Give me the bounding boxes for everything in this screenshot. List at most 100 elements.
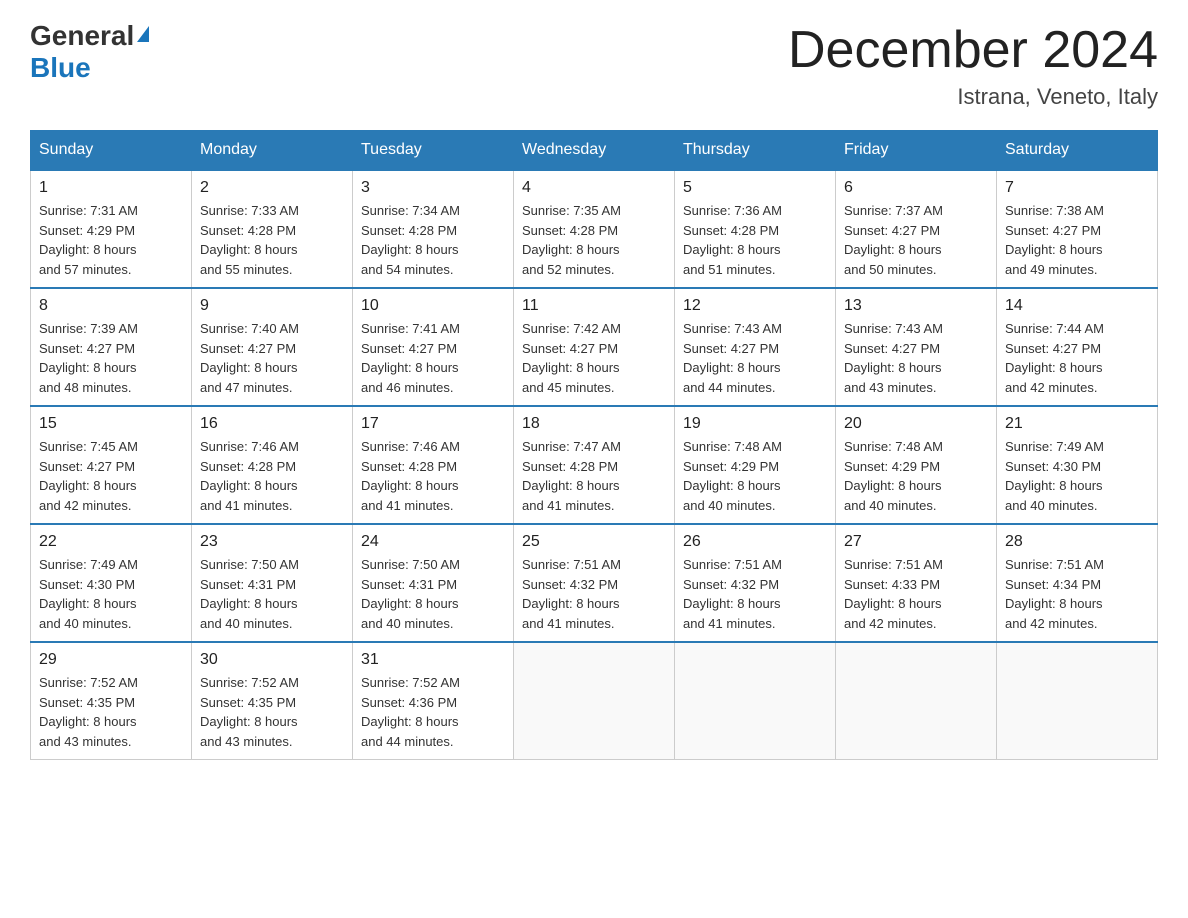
- calendar-cell: 4 Sunrise: 7:35 AMSunset: 4:28 PMDaylight…: [514, 170, 675, 288]
- logo-triangle-icon: [137, 26, 149, 42]
- calendar-cell: 30Sunrise: 7:52 AMSunset: 4:35 PMDayligh…: [192, 642, 353, 760]
- day-info: Sunrise: 7:37 AMSunset: 4:27 PMDaylight:…: [844, 201, 988, 279]
- day-info: Sunrise: 7:36 AMSunset: 4:28 PMDaylight:…: [683, 201, 827, 279]
- col-header-wednesday: Wednesday: [514, 131, 675, 171]
- calendar-table: SundayMondayTuesdayWednesdayThursdayFrid…: [30, 130, 1158, 760]
- calendar-cell: 29 Sunrise: 7:52 AMSunset: 4:35 PMDayligh…: [31, 642, 192, 760]
- calendar-cell: 27 Sunrise: 7:51 AMSunset: 4:33 PMDayligh…: [836, 524, 997, 642]
- day-info: Sunrise: 7:52 AMSunset: 4:35 PMDaylight:…: [200, 673, 344, 751]
- day-number: 11: [522, 297, 666, 315]
- day-info: Sunrise: 7:50 AMSunset: 4:31 PMDaylight:…: [200, 555, 344, 633]
- day-number: 16: [200, 415, 344, 433]
- calendar-cell: 21Sunrise: 7:49 AMSunset: 4:30 PMDayligh…: [997, 406, 1158, 524]
- day-info: Sunrise: 7:44 AMSunset: 4:27 PMDaylight:…: [1005, 319, 1149, 397]
- col-header-tuesday: Tuesday: [353, 131, 514, 171]
- calendar-week-row: 15 Sunrise: 7:45 AMSunset: 4:27 PMDayligh…: [31, 406, 1158, 524]
- day-number: 7: [1005, 179, 1149, 197]
- day-number: 2: [200, 179, 344, 197]
- calendar-cell: 16 Sunrise: 7:46 AMSunset: 4:28 PMDayligh…: [192, 406, 353, 524]
- calendar-week-row: 29 Sunrise: 7:52 AMSunset: 4:35 PMDayligh…: [31, 642, 1158, 760]
- day-number: 8: [39, 297, 183, 315]
- day-number: 17: [361, 415, 505, 433]
- day-info: Sunrise: 7:52 AMSunset: 4:36 PMDaylight:…: [361, 673, 505, 751]
- day-info: Sunrise: 7:45 AMSunset: 4:27 PMDaylight:…: [39, 437, 183, 515]
- title-block: December 2024 Istrana, Veneto, Italy: [788, 20, 1158, 110]
- day-number: 29: [39, 651, 183, 669]
- day-number: 19: [683, 415, 827, 433]
- calendar-header-row: SundayMondayTuesdayWednesdayThursdayFrid…: [31, 131, 1158, 171]
- day-info: Sunrise: 7:34 AMSunset: 4:28 PMDaylight:…: [361, 201, 505, 279]
- calendar-week-row: 8Sunrise: 7:39 AMSunset: 4:27 PMDaylight…: [31, 288, 1158, 406]
- day-info: Sunrise: 7:47 AMSunset: 4:28 PMDaylight:…: [522, 437, 666, 515]
- logo-general-text: General: [30, 20, 134, 52]
- calendar-cell: 15 Sunrise: 7:45 AMSunset: 4:27 PMDayligh…: [31, 406, 192, 524]
- calendar-cell: 1 Sunrise: 7:31 AMSunset: 4:29 PMDaylight…: [31, 170, 192, 288]
- calendar-cell: [675, 642, 836, 760]
- calendar-cell: 26Sunrise: 7:51 AMSunset: 4:32 PMDayligh…: [675, 524, 836, 642]
- calendar-cell: [836, 642, 997, 760]
- day-number: 28: [1005, 533, 1149, 551]
- col-header-sunday: Sunday: [31, 131, 192, 171]
- day-info: Sunrise: 7:49 AMSunset: 4:30 PMDaylight:…: [1005, 437, 1149, 515]
- location-title: Istrana, Veneto, Italy: [788, 84, 1158, 110]
- day-info: Sunrise: 7:42 AMSunset: 4:27 PMDaylight:…: [522, 319, 666, 397]
- day-info: Sunrise: 7:33 AMSunset: 4:28 PMDaylight:…: [200, 201, 344, 279]
- day-number: 18: [522, 415, 666, 433]
- day-number: 15: [39, 415, 183, 433]
- day-number: 10: [361, 297, 505, 315]
- day-info: Sunrise: 7:48 AMSunset: 4:29 PMDaylight:…: [683, 437, 827, 515]
- calendar-week-row: 22 Sunrise: 7:49 AMSunset: 4:30 PMDayligh…: [31, 524, 1158, 642]
- calendar-cell: [997, 642, 1158, 760]
- day-number: 25: [522, 533, 666, 551]
- day-number: 22: [39, 533, 183, 551]
- calendar-cell: 3 Sunrise: 7:34 AMSunset: 4:28 PMDaylight…: [353, 170, 514, 288]
- col-header-friday: Friday: [836, 131, 997, 171]
- day-info: Sunrise: 7:40 AMSunset: 4:27 PMDaylight:…: [200, 319, 344, 397]
- day-info: Sunrise: 7:51 AMSunset: 4:34 PMDaylight:…: [1005, 555, 1149, 633]
- calendar-cell: 25 Sunrise: 7:51 AMSunset: 4:32 PMDayligh…: [514, 524, 675, 642]
- day-number: 27: [844, 533, 988, 551]
- calendar-cell: 11 Sunrise: 7:42 AMSunset: 4:27 PMDayligh…: [514, 288, 675, 406]
- day-number: 12: [683, 297, 827, 315]
- col-header-thursday: Thursday: [675, 131, 836, 171]
- day-number: 4: [522, 179, 666, 197]
- day-number: 23: [200, 533, 344, 551]
- day-info: Sunrise: 7:38 AMSunset: 4:27 PMDaylight:…: [1005, 201, 1149, 279]
- day-info: Sunrise: 7:51 AMSunset: 4:33 PMDaylight:…: [844, 555, 988, 633]
- day-number: 13: [844, 297, 988, 315]
- calendar-cell: 12 Sunrise: 7:43 AMSunset: 4:27 PMDayligh…: [675, 288, 836, 406]
- day-info: Sunrise: 7:50 AMSunset: 4:31 PMDaylight:…: [361, 555, 505, 633]
- day-number: 5: [683, 179, 827, 197]
- day-info: Sunrise: 7:48 AMSunset: 4:29 PMDaylight:…: [844, 437, 988, 515]
- calendar-cell: 9 Sunrise: 7:40 AMSunset: 4:27 PMDaylight…: [192, 288, 353, 406]
- day-info: Sunrise: 7:52 AMSunset: 4:35 PMDaylight:…: [39, 673, 183, 751]
- day-number: 1: [39, 179, 183, 197]
- calendar-cell: 23 Sunrise: 7:50 AMSunset: 4:31 PMDayligh…: [192, 524, 353, 642]
- day-info: Sunrise: 7:35 AMSunset: 4:28 PMDaylight:…: [522, 201, 666, 279]
- day-number: 26: [683, 533, 827, 551]
- calendar-cell: 20Sunrise: 7:48 AMSunset: 4:29 PMDayligh…: [836, 406, 997, 524]
- calendar-cell: 18 Sunrise: 7:47 AMSunset: 4:28 PMDayligh…: [514, 406, 675, 524]
- day-info: Sunrise: 7:43 AMSunset: 4:27 PMDaylight:…: [683, 319, 827, 397]
- calendar-cell: 2 Sunrise: 7:33 AMSunset: 4:28 PMDaylight…: [192, 170, 353, 288]
- day-number: 6: [844, 179, 988, 197]
- calendar-cell: 19 Sunrise: 7:48 AMSunset: 4:29 PMDayligh…: [675, 406, 836, 524]
- calendar-cell: [514, 642, 675, 760]
- day-info: Sunrise: 7:51 AMSunset: 4:32 PMDaylight:…: [522, 555, 666, 633]
- day-number: 24: [361, 533, 505, 551]
- day-info: Sunrise: 7:31 AMSunset: 4:29 PMDaylight:…: [39, 201, 183, 279]
- col-header-monday: Monday: [192, 131, 353, 171]
- day-info: Sunrise: 7:46 AMSunset: 4:28 PMDaylight:…: [200, 437, 344, 515]
- calendar-cell: 5 Sunrise: 7:36 AMSunset: 4:28 PMDaylight…: [675, 170, 836, 288]
- calendar-cell: 22 Sunrise: 7:49 AMSunset: 4:30 PMDayligh…: [31, 524, 192, 642]
- page-header: General Blue December 2024 Istrana, Vene…: [30, 20, 1158, 110]
- day-number: 9: [200, 297, 344, 315]
- day-info: Sunrise: 7:49 AMSunset: 4:30 PMDaylight:…: [39, 555, 183, 633]
- day-number: 14: [1005, 297, 1149, 315]
- calendar-cell: 10Sunrise: 7:41 AMSunset: 4:27 PMDayligh…: [353, 288, 514, 406]
- month-title: December 2024: [788, 20, 1158, 80]
- calendar-cell: 13Sunrise: 7:43 AMSunset: 4:27 PMDayligh…: [836, 288, 997, 406]
- day-number: 3: [361, 179, 505, 197]
- logo-blue-text: Blue: [30, 52, 91, 83]
- calendar-cell: 17Sunrise: 7:46 AMSunset: 4:28 PMDayligh…: [353, 406, 514, 524]
